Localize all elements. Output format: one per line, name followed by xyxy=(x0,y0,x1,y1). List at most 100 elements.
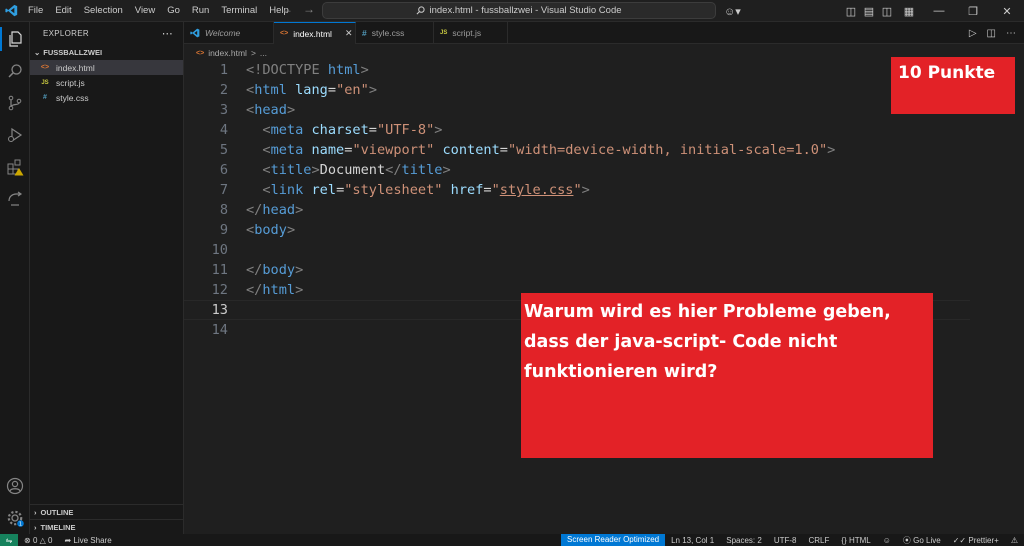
minimize-icon[interactable]: — xyxy=(922,5,956,17)
code-text: <link rel="stylesheet" href="style.css"> xyxy=(262,182,590,198)
tab-label: Welcome xyxy=(205,28,241,38)
command-center[interactable]: index.html - fussballzwei - Visual Studi… xyxy=(322,2,716,19)
tab-style-css[interactable]: # style.css xyxy=(356,22,434,44)
toggle-primary-sidebar-icon[interactable]: ◫ xyxy=(842,5,860,18)
menu-terminal[interactable]: Terminal xyxy=(215,0,263,22)
title-bar: File Edit Selection View Go Run Terminal… xyxy=(0,0,1024,22)
restore-icon[interactable]: ❐ xyxy=(956,5,990,18)
line-number: 4 xyxy=(219,122,228,138)
code-line: 9 <body> xyxy=(184,220,970,240)
folder-row[interactable]: ⌄ FUSSBALLZWEI xyxy=(30,44,183,60)
tab-welcome[interactable]: Welcome xyxy=(184,22,274,44)
line-number: 5 xyxy=(219,142,228,158)
breadcrumb-rest[interactable]: ... xyxy=(260,48,267,58)
menu-run[interactable]: Run xyxy=(186,0,215,22)
end-of-line[interactable]: CRLF xyxy=(802,536,835,545)
outline-label: OUTLINE xyxy=(40,507,74,517)
menu-selection[interactable]: Selection xyxy=(78,0,129,22)
copilot-icon[interactable]: ☺▾ xyxy=(724,5,741,18)
code-text: </html> xyxy=(246,282,304,298)
vscode-icon xyxy=(190,28,200,38)
more-actions-icon[interactable]: ⋯ xyxy=(162,27,173,40)
tab-index-html[interactable]: <> index.html ✕ xyxy=(274,22,356,44)
title-right-actions: ☺▾ xyxy=(724,0,741,22)
line-number: 2 xyxy=(219,82,228,98)
css-file-icon: # xyxy=(362,28,367,38)
split-editor-icon[interactable]: ◫ xyxy=(987,28,996,39)
menu-go[interactable]: Go xyxy=(161,0,186,22)
file-name: script.js xyxy=(56,77,85,88)
warning-count: 0 xyxy=(48,535,53,545)
customize-layout-icon[interactable]: ▦ xyxy=(896,5,922,18)
copilot-status-icon[interactable]: ☺ xyxy=(877,536,897,545)
menu-file[interactable]: File xyxy=(22,0,49,22)
search-icon[interactable] xyxy=(3,59,27,83)
more-actions-icon[interactable]: ⋯ xyxy=(1006,28,1016,39)
extensions-icon[interactable] xyxy=(3,155,27,179)
tab-script-js[interactable]: JS script.js xyxy=(434,22,508,44)
remote-indicator-icon[interactable]: ⇋ xyxy=(0,534,18,546)
cursor-position[interactable]: Ln 13, Col 1 xyxy=(665,536,720,545)
toggle-secondary-sidebar-icon[interactable]: ◫ xyxy=(878,5,896,18)
problems-indicator[interactable]: ⊗ 0 △ 0 xyxy=(18,536,58,545)
menu-view[interactable]: View xyxy=(129,0,161,22)
tab-label: index.html xyxy=(293,28,332,39)
notifications-bell-icon[interactable]: ⚠ xyxy=(1005,536,1024,545)
prettier-button[interactable]: ✓✓ Prettier+ xyxy=(947,536,1005,545)
close-window-icon[interactable]: ✕ xyxy=(990,5,1024,18)
chevron-right-icon: › xyxy=(34,507,37,517)
file-item-script-js[interactable]: JS script.js xyxy=(30,75,183,90)
toggle-panel-icon[interactable]: ▤ xyxy=(860,5,878,18)
back-arrow-icon[interactable]: ← xyxy=(281,2,293,16)
tab-label: style.css xyxy=(371,28,405,38)
language-mode[interactable]: {} HTML xyxy=(835,536,876,545)
line-number: 7 xyxy=(219,182,228,198)
navigation-arrows: ← → xyxy=(281,2,315,16)
explorer-icon[interactable] xyxy=(0,27,30,51)
forward-arrow-icon[interactable]: → xyxy=(303,2,315,16)
prettier-label: Prettier+ xyxy=(968,535,999,545)
code-text: <html lang="en"> xyxy=(246,82,377,98)
settings-gear-icon[interactable]: 1 xyxy=(3,506,27,530)
command-center-label: index.html - fussballzwei - Visual Studi… xyxy=(429,5,622,16)
line-number: 8 xyxy=(219,202,228,218)
status-bar: ⇋ ⊗ 0 △ 0 ➦ Live Share Screen Reader Opt… xyxy=(0,534,1024,546)
code-line: 11 </body> xyxy=(184,260,970,280)
editor-tab-bar: Welcome <> index.html ✕ # style.css JS s… xyxy=(184,22,1024,44)
line-number: 1 xyxy=(219,62,228,78)
line-number: 11 xyxy=(211,262,228,278)
menu-edit[interactable]: Edit xyxy=(49,0,77,22)
html-file-icon: <> xyxy=(40,64,50,71)
breadcrumb-separator: > xyxy=(250,48,256,58)
source-control-icon[interactable] xyxy=(3,91,27,115)
code-line: 3 <head> xyxy=(184,100,970,120)
language-label: HTML xyxy=(848,535,871,545)
remote-explorer-icon[interactable] xyxy=(3,187,27,211)
status-bar-right: Screen Reader Optimized Ln 13, Col 1 Spa… xyxy=(561,534,1024,546)
file-item-style-css[interactable]: # style.css xyxy=(30,90,183,105)
live-share-button[interactable]: ➦ Live Share xyxy=(58,536,117,545)
run-debug-icon[interactable] xyxy=(3,123,27,147)
tab-actions: ▷ ◫ ⋯ xyxy=(969,22,1016,44)
menu-bar: File Edit Selection View Go Run Terminal… xyxy=(22,0,295,22)
code-line: 5 <meta name="viewport" content="width=d… xyxy=(184,140,970,160)
close-icon[interactable]: ✕ xyxy=(345,28,353,39)
encoding[interactable]: UTF-8 xyxy=(768,536,803,545)
line-number: 13 xyxy=(211,302,228,318)
breadcrumb-file[interactable]: index.html xyxy=(208,48,247,58)
code-text: <meta name="viewport" content="width=dev… xyxy=(262,142,836,158)
account-icon[interactable] xyxy=(3,474,27,498)
code-line: 10 xyxy=(184,240,970,260)
explorer-title: EXPLORER xyxy=(43,28,89,38)
code-line: 4 <meta charset="UTF-8"> xyxy=(184,120,970,140)
code-line: 2 <html lang="en"> xyxy=(184,80,970,100)
folder-name: FUSSBALLZWEI xyxy=(43,47,103,57)
go-live-button[interactable]: ⦿ Go Live xyxy=(897,535,947,546)
indentation[interactable]: Spaces: 2 xyxy=(720,536,768,545)
outline-section[interactable]: › OUTLINE xyxy=(30,504,184,519)
broadcast-icon: ⦿ xyxy=(902,535,911,545)
file-item-index-html[interactable]: <> index.html xyxy=(30,60,183,75)
screen-reader-indicator[interactable]: Screen Reader Optimized xyxy=(561,534,666,546)
timeline-section[interactable]: › TIMELINE xyxy=(30,519,184,534)
run-icon[interactable]: ▷ xyxy=(969,28,977,39)
